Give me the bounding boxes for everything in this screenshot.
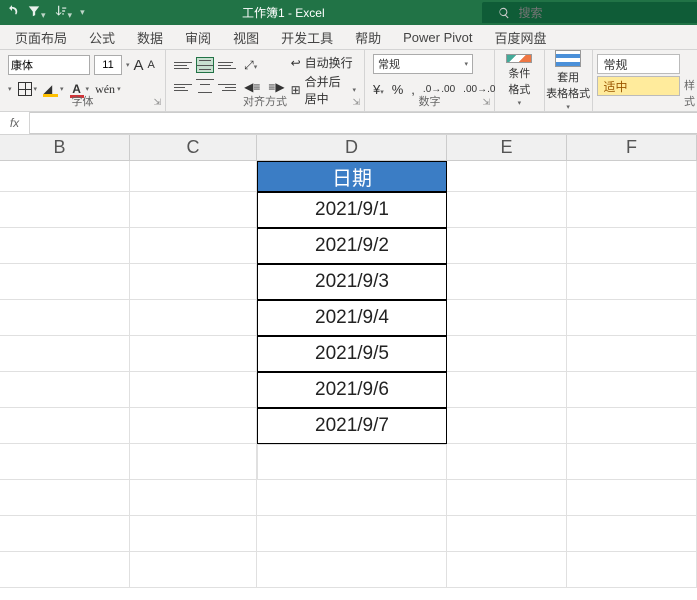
wrap-text-button[interactable]: ↩自动换行 — [291, 54, 356, 71]
ribbon-tabs: 页面布局 公式 数据 审阅 视图 开发工具 帮助 Power Pivot 百度网… — [0, 25, 697, 50]
qat-customize[interactable]: ▾ — [80, 7, 85, 18]
increase-indent[interactable]: ≡▶ — [268, 80, 284, 94]
align-middle[interactable] — [196, 57, 214, 73]
tab-review[interactable]: 审阅 — [185, 28, 211, 47]
filter-icon[interactable]: ▾ — [27, 4, 46, 21]
cell-styles-gallery: 常规 适中 — [593, 50, 685, 111]
col-header-b[interactable]: B — [0, 135, 130, 160]
font-launcher-icon[interactable]: ⇲ — [154, 97, 162, 108]
col-header-d[interactable]: D — [257, 135, 447, 160]
date-cell[interactable]: 2021/9/7 — [257, 408, 447, 444]
number-group: 常规▾ ¥▾ % , .0→.00 .00→.0 数字 ⇲ — [365, 50, 495, 111]
alignment-group: ⤢▾ ◀≡ ≡▶ ↩自动换行 ⊞合并后居中▾ 对齐方式 ⇲ — [166, 50, 365, 111]
align-top[interactable] — [174, 57, 192, 73]
date-cell[interactable]: 2021/9/3 — [257, 264, 447, 300]
tab-data[interactable]: 数据 — [137, 28, 163, 47]
date-cell[interactable]: 2021/9/2 — [257, 228, 447, 264]
cell[interactable] — [130, 161, 257, 192]
font-group: ▾ A A ▾ ▾ ◢▾ A▾ wén▾ 字体 ⇲ — [0, 50, 166, 111]
table-row: 日期 — [0, 161, 697, 192]
ribbon: ▾ A A ▾ ▾ ◢▾ A▾ wén▾ 字体 ⇲ ⤢▾ — [0, 50, 697, 112]
font-name-input[interactable] — [8, 55, 90, 75]
number-group-label: 数字 — [365, 93, 494, 109]
formula-input[interactable] — [30, 112, 697, 134]
sort-icon[interactable]: ▾ — [54, 4, 73, 21]
cell[interactable] — [567, 161, 697, 192]
conditional-format-icon — [506, 54, 532, 63]
font-more[interactable]: ▾ — [8, 85, 12, 93]
tab-baidu[interactable]: 百度网盘 — [494, 28, 546, 47]
number-format-select[interactable]: 常规▾ — [373, 54, 473, 74]
window-title: 工作簿1 - Excel — [85, 4, 482, 21]
cell-style-normal[interactable]: 常规 — [597, 54, 681, 74]
date-cell[interactable]: 2021/9/1 — [257, 192, 447, 228]
cell[interactable] — [447, 161, 567, 192]
date-cell[interactable]: 2021/9/6 — [257, 372, 447, 408]
search-input[interactable] — [518, 6, 687, 20]
col-header-f[interactable]: F — [567, 135, 697, 160]
font-group-label: 字体 — [0, 93, 165, 109]
header-cell-date[interactable]: 日期 — [257, 161, 447, 192]
date-cell[interactable]: 2021/9/5 — [257, 336, 447, 372]
qat: ▾ ▾ ▾ — [0, 4, 85, 21]
worksheet-grid[interactable]: B C D E F 日期 2021/9/1 2021/9/2 2021/9/3 … — [0, 135, 697, 599]
cell-style-neutral[interactable]: 适中 — [597, 76, 681, 96]
fx-icon[interactable]: fx — [0, 112, 30, 134]
table-format-icon — [555, 50, 581, 67]
cell[interactable] — [0, 161, 130, 192]
date-cell[interactable]: 2021/9/4 — [257, 300, 447, 336]
title-bar: ▾ ▾ ▾ 工作簿1 - Excel — [0, 0, 697, 25]
col-header-c[interactable]: C — [130, 135, 257, 160]
number-launcher-icon[interactable]: ⇲ — [482, 97, 490, 108]
decrease-indent[interactable]: ◀≡ — [244, 80, 260, 94]
styles-group-label: 样式 — [684, 50, 697, 111]
font-size-dropdown[interactable]: ▾ — [126, 61, 130, 69]
tab-developer[interactable]: 开发工具 — [281, 28, 333, 47]
wrap-icon: ↩ — [291, 56, 301, 70]
undo-icon[interactable] — [5, 4, 19, 21]
formula-bar: fx — [0, 112, 697, 135]
tab-page-layout[interactable]: 页面布局 — [15, 28, 67, 47]
format-as-table-button[interactable]: 套用 表格格式 ▾ — [545, 50, 593, 111]
orientation-button[interactable]: ⤢▾ — [244, 58, 257, 73]
align-bottom[interactable] — [218, 57, 236, 73]
col-header-e[interactable]: E — [447, 135, 567, 160]
tab-formulas[interactable]: 公式 — [89, 28, 115, 47]
tab-help[interactable]: 帮助 — [355, 28, 381, 47]
align-launcher-icon[interactable]: ⇲ — [352, 97, 360, 108]
search-icon — [498, 6, 510, 20]
font-size-input[interactable] — [94, 55, 122, 75]
search-box[interactable] — [482, 2, 697, 23]
increase-font-icon[interactable]: A — [134, 57, 144, 74]
conditional-format-button[interactable]: 条件格式 ▾ — [495, 50, 545, 111]
align-group-label: 对齐方式 — [166, 93, 364, 109]
tab-view[interactable]: 视图 — [233, 28, 259, 47]
tab-powerpivot[interactable]: Power Pivot — [403, 30, 472, 45]
decrease-font-icon[interactable]: A — [148, 59, 155, 71]
